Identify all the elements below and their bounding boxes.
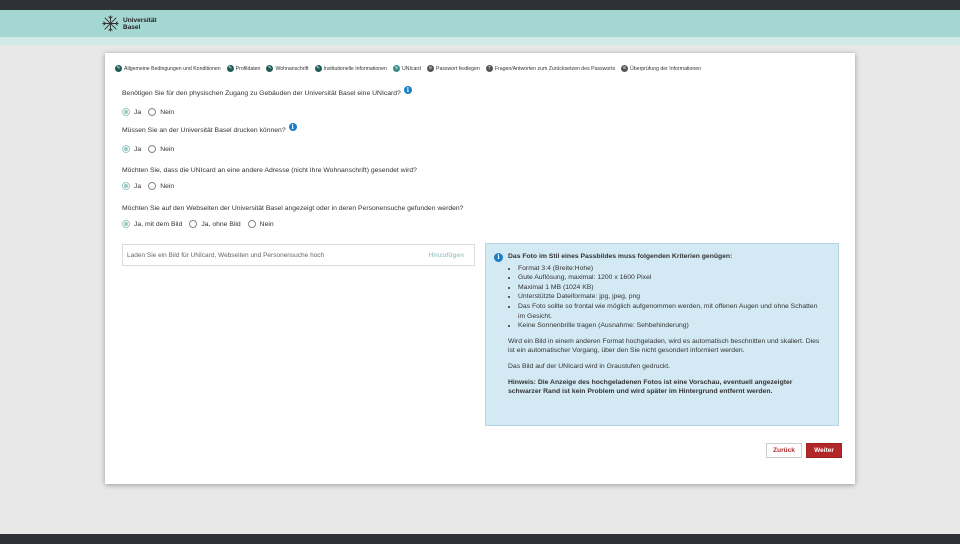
radio-option-ja[interactable]: Ja (122, 108, 141, 116)
form-card: ✎ Allgemeine Bedingungen und Konditionen… (105, 53, 855, 484)
step-fragen-antworten[interactable]: 7 Fragen/Antworten zum Zurücksetzen des … (485, 65, 616, 72)
pencil-icon: ✎ (115, 65, 122, 72)
question-text: Möchten Sie auf den Webseiten der Univer… (122, 205, 464, 212)
radio-group-physical-access: Ja Nein (122, 108, 174, 116)
radio-button[interactable] (122, 145, 130, 153)
basel-logo-icon (102, 15, 119, 32)
radio-button[interactable] (148, 145, 157, 153)
radio-button[interactable] (247, 220, 256, 228)
next-button[interactable]: Weiter (806, 443, 842, 458)
step-label: Fragen/Antworten zum Zurücksetzen des Pa… (494, 65, 616, 72)
step-institutionelle-informationen[interactable]: ✎ Institutionelle Informationen (314, 65, 387, 72)
option-label: Nein (160, 108, 175, 116)
photo-criteria-infobox: i Das Foto im Stil eines Passbildes muss… (485, 243, 839, 426)
option-label: Nein (160, 182, 175, 190)
criteria-item: Das Foto sollte so frontal wie möglich a… (518, 302, 826, 321)
university-logo[interactable]: Universität Basel (102, 15, 157, 32)
step-number-icon: 8 (621, 65, 629, 72)
radio-option-ja[interactable]: Ja (122, 145, 141, 153)
step-label: Allgemeine Bedingungen und Konditionen (124, 65, 221, 72)
criteria-item: Gute Auflösung, maximal: 1200 x 1600 Pix… (518, 273, 826, 283)
step-unicard[interactable]: 5 UNIcard (392, 65, 421, 72)
step-label: Profildaten (235, 65, 261, 72)
pencil-icon: ✎ (314, 65, 322, 72)
question-text: Müssen Sie an der Universität Basel druc… (122, 127, 286, 134)
radio-option-ja-mit-bild[interactable]: Ja, mit dem Bild (122, 220, 182, 228)
footer-bar (0, 534, 960, 544)
progress-steps: ✎ Allgemeine Bedingungen und Konditionen… (115, 65, 701, 72)
add-photo-button[interactable]: Hinzufügen (429, 252, 464, 259)
option-label: Ja, ohne Bild (201, 220, 241, 228)
radio-option-nein[interactable]: Nein (148, 108, 174, 116)
step-label: UNIcard (401, 65, 421, 72)
step-label: Wohnanschrift (275, 65, 309, 72)
option-label: Ja, mit dem Bild (134, 220, 183, 228)
radio-button[interactable] (148, 182, 157, 190)
step-number-icon: 5 (392, 65, 400, 72)
radio-group-printing: Ja Nein (122, 145, 174, 153)
step-label: Überprüfung der Informationen (630, 65, 701, 72)
radio-button[interactable] (189, 220, 198, 228)
criteria-item: Unterstützte Dateiformate: jpg, jpeg, pn… (518, 292, 826, 302)
step-allgemeine-bedingungen[interactable]: ✎ Allgemeine Bedingungen und Konditionen (115, 65, 221, 72)
option-label: Nein (160, 145, 175, 153)
info-icon[interactable]: i (403, 86, 412, 94)
radio-button[interactable] (122, 182, 130, 190)
criteria-item: Maximal 1 MB (1024 KB) (518, 283, 826, 293)
radio-option-nein[interactable]: Nein (247, 220, 274, 228)
photo-upload-field[interactable]: Laden Sie ein Bild für UNIcard, Webseite… (122, 244, 475, 266)
infobox-note: Hinweis: Die Anzeige des hochgeladenen F… (508, 378, 793, 396)
step-ueberpruefung[interactable]: 8 Überprüfung der Informationen (621, 65, 701, 72)
option-label: Ja (134, 145, 142, 153)
radio-button[interactable] (148, 108, 157, 116)
option-label: Nein (259, 220, 274, 228)
step-number-icon: 6 (426, 65, 434, 72)
back-button[interactable]: Zurück (766, 443, 802, 458)
radio-option-ja-ohne-bild[interactable]: Ja, ohne Bild (189, 220, 241, 228)
top-bar (0, 0, 960, 10)
infobox-paragraph: Wird ein Bild in einem anderen Format ho… (508, 337, 820, 355)
pencil-icon: ✎ (266, 65, 274, 72)
logo-line1: Universität (123, 16, 157, 24)
step-passwort-festlegen[interactable]: 6 Passwort festlegen (426, 65, 480, 72)
question-web-visibility: Möchten Sie auf den Webseiten der Univer… (122, 205, 463, 212)
upload-placeholder: Laden Sie ein Bild für UNIcard, Webseite… (127, 251, 325, 259)
pencil-icon: ✎ (226, 65, 234, 72)
radio-option-nein[interactable]: Nein (148, 182, 174, 190)
step-number-icon: 7 (485, 65, 493, 72)
step-label: Institutionelle Informationen (323, 65, 387, 72)
question-text: Möchten Sie, dass die UNIcard an eine an… (122, 167, 417, 174)
step-wohnanschrift[interactable]: ✎ Wohnanschrift (266, 65, 309, 72)
option-label: Ja (134, 182, 142, 190)
question-physical-access: Benötigen Sie für den physischen Zugang … (122, 86, 412, 97)
info-icon: i (494, 253, 503, 262)
radio-button[interactable] (122, 220, 130, 228)
radio-button[interactable] (122, 108, 130, 116)
option-label: Ja (134, 108, 142, 116)
logo-text: Universität Basel (123, 17, 157, 31)
logo-line2: Basel (123, 23, 141, 31)
question-printing: Müssen Sie an der Universität Basel druc… (122, 123, 297, 134)
question-text: Benötigen Sie für den physischen Zugang … (122, 90, 401, 97)
criteria-item: Format 3:4 (Breite:Hohe) (518, 264, 826, 274)
radio-option-ja[interactable]: Ja (122, 182, 141, 190)
infobox-title: Das Foto im Stil eines Passbildes muss f… (508, 253, 733, 260)
criteria-list: Format 3:4 (Breite:Hohe) Gute Auflösung,… (508, 264, 826, 331)
radio-group-other-address: Ja Nein (122, 182, 174, 190)
infobox-paragraph: Das Bild auf der UNIcard wird in Graustu… (508, 362, 671, 370)
header-subbar (0, 37, 960, 45)
radio-group-web-visibility: Ja, mit dem Bild Ja, ohne Bild Nein (122, 220, 274, 228)
site-header: Universität Basel (0, 10, 960, 37)
radio-option-nein[interactable]: Nein (148, 145, 174, 153)
question-other-address: Möchten Sie, dass die UNIcard an eine an… (122, 167, 417, 174)
step-profildaten[interactable]: ✎ Profildaten (226, 65, 261, 72)
info-icon[interactable]: i (288, 123, 297, 131)
step-label: Passwort festlegen (435, 65, 480, 72)
criteria-item: Keine Sonnenbrille tragen (Ausnahme: Seh… (518, 321, 826, 331)
